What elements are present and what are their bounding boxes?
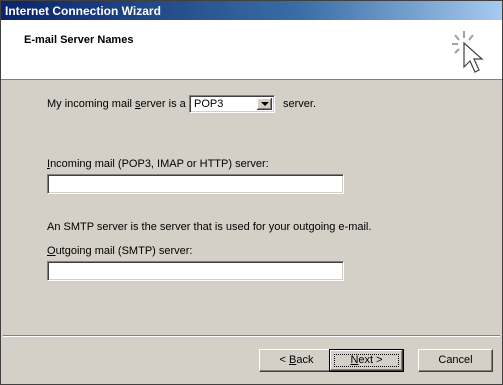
- incoming-type-suffix: server.: [283, 98, 317, 110]
- wizard-sparkle-cursor-icon: [452, 31, 484, 73]
- next-button[interactable]: Next >: [329, 349, 404, 372]
- incoming-type-label: My incoming mail server is a: [47, 98, 186, 110]
- incoming-server-label: Incoming mail (POP3, IMAP or HTTP) serve…: [47, 158, 269, 170]
- footer-divider: [3, 335, 500, 337]
- wizard-window: Internet Connection Wizard E-mail Server…: [0, 0, 503, 385]
- incoming-server-type-select[interactable]: POP3: [189, 95, 275, 113]
- chevron-down-icon[interactable]: [257, 98, 272, 110]
- page-title: E-mail Server Names: [24, 34, 134, 46]
- incoming-server-type-value: POP3: [194, 98, 224, 110]
- back-button[interactable]: < Back: [259, 349, 334, 372]
- title-bar[interactable]: Internet Connection Wizard: [1, 1, 502, 20]
- outgoing-server-label: Outgoing mail (SMTP) server:: [47, 245, 193, 257]
- outgoing-server-input[interactable]: [47, 261, 344, 281]
- incoming-server-input[interactable]: [47, 174, 344, 194]
- window-title: Internet Connection Wizard: [5, 4, 161, 18]
- cancel-button[interactable]: Cancel: [418, 349, 493, 372]
- smtp-description: An SMTP server is the server that is use…: [47, 221, 372, 233]
- focus-rect: [334, 354, 399, 367]
- wizard-header: E-mail Server Names: [1, 20, 502, 80]
